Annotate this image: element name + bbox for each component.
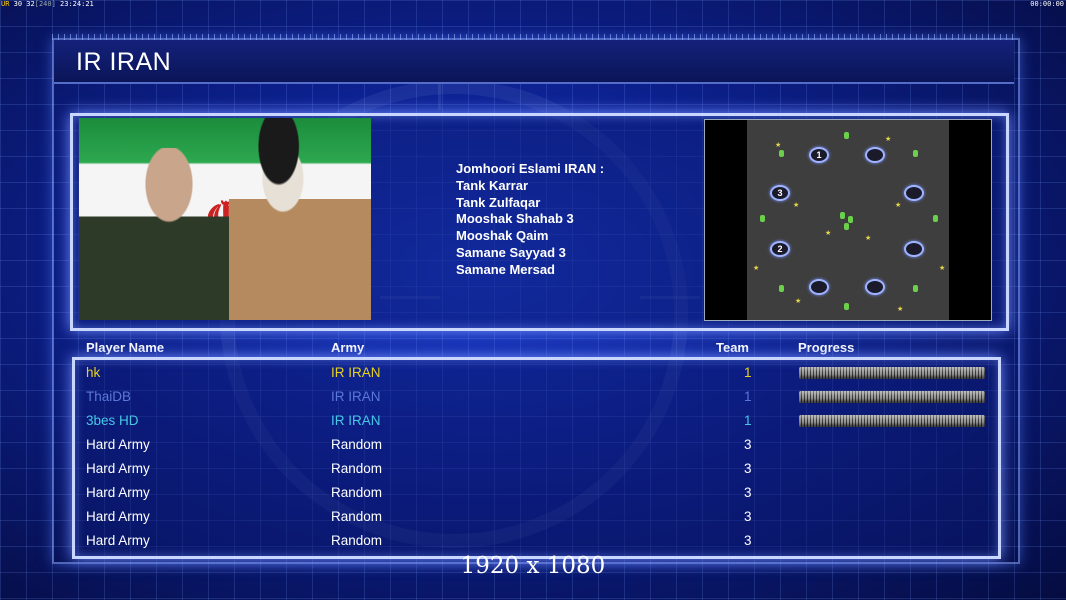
player-team: 3 [744,509,752,524]
map-tree [760,215,765,222]
map-tree [840,212,845,219]
player-team: 1 [744,389,752,404]
player-name: Hard Army [86,485,150,500]
player-name: Hard Army [86,533,150,548]
army-description-line: Tank Zulfaqar [456,194,541,210]
start-position-3[interactable]: 3 [770,185,790,201]
army-description-line: Samane Sayyad 3 [456,244,566,260]
map-tree [844,303,849,310]
player-army: Random [331,485,383,500]
player-team: 3 [744,533,752,548]
progress-bar [799,415,985,427]
player-army: IR IRAN [331,389,381,404]
map-tree [844,132,849,139]
player-team: 3 [744,437,752,452]
map-tree [844,223,849,230]
army-description-line: Jomhoori Eslami IRAN : [456,161,605,176]
map-star: ★ [885,136,892,143]
player-row[interactable]: Hard Army Random 3 [86,505,986,529]
map-star: ★ [825,230,832,237]
player-army: Random [331,437,383,452]
army-description-line: Tank Karrar [456,177,529,193]
start-position[interactable] [865,279,885,295]
map-preview: 1 3 2 ★ ★ ★ ★ ★ ★ ★ ★ ★ ★ [704,119,992,321]
column-header-player: Player Name [86,340,165,355]
status-clock: 00:00:00 [1030,0,1064,8]
title-bar: IR IRAN [54,40,1014,84]
status-left: UR 30 32[240] 23:24:21 [1,0,94,9]
column-header-team: Team [716,340,749,355]
progress-bar [799,367,985,379]
player-row[interactable]: Hard Army Random 3 [86,481,986,505]
map-tree [779,285,784,292]
map-star: ★ [865,235,872,242]
map-star: ★ [795,298,802,305]
player-name: hk [86,365,101,380]
resolution-label: 1920 x 1080 [460,553,606,579]
column-header-progress: Progress [798,340,855,355]
map-tree [779,150,784,157]
player-team: 3 [744,461,752,476]
map-star: ★ [897,306,904,313]
player-team: 1 [744,413,752,428]
status-bar: UR 30 32[240] 23:24:21 00:00:00 [0,0,1066,9]
status-time: 23:24:21 [60,0,94,8]
player-row[interactable]: 3bes HD IR IRAN 1 [86,409,986,433]
army-portrait-image: ☫ [79,118,371,320]
army-description-line: Samane Mersad [456,261,555,277]
player-army: IR IRAN [331,413,381,428]
map-tree [913,285,918,292]
army-description-line: Mooshak Qaim [456,228,549,244]
map-tree [933,215,938,222]
player-army: IR IRAN [331,365,381,380]
map-star: ★ [939,265,946,272]
player-army: Random [331,509,383,524]
map-tree [848,216,853,223]
portrait-figure [79,148,229,320]
map-star: ★ [775,142,782,149]
map-star: ★ [793,202,800,209]
player-row[interactable]: Hard Army Random 3 [86,457,986,481]
map-tree [913,150,918,157]
army-description: Jomhoori Eslami IRAN : Tank Karrar Tank … [456,161,604,279]
player-name: ThaiDB [86,389,132,404]
start-position[interactable] [865,147,885,163]
portrait-figure [229,118,371,320]
start-position[interactable] [809,279,829,295]
status-bracket: [240] [34,0,56,8]
player-army: Random [331,461,383,476]
page-title: IR IRAN [76,48,172,76]
status-nums: 30 32 [13,0,35,8]
player-name: Hard Army [86,461,150,476]
start-position[interactable] [904,185,924,201]
player-army: Random [331,533,383,548]
player-name: Hard Army [86,437,150,452]
start-position-2[interactable]: 2 [770,241,790,257]
player-row[interactable]: Hard Army Random 3 [86,433,986,457]
start-position-1[interactable]: 1 [809,147,829,163]
player-name: Hard Army [86,509,150,524]
progress-bar [799,391,985,403]
player-row[interactable]: hk IR IRAN 1 [86,361,986,385]
army-description-line: Mooshak Shahab 3 [456,211,574,227]
map-star: ★ [753,265,760,272]
player-row[interactable]: Hard Army Random 3 [86,529,986,553]
player-team: 3 [744,485,752,500]
start-position[interactable] [904,241,924,257]
player-name: 3bes HD [86,413,139,428]
player-team: 1 [744,365,752,380]
status-prefix: UR [1,0,10,8]
player-row[interactable]: ThaiDB IR IRAN 1 [86,385,986,409]
map-star: ★ [895,202,902,209]
column-header-army: Army [331,340,365,355]
